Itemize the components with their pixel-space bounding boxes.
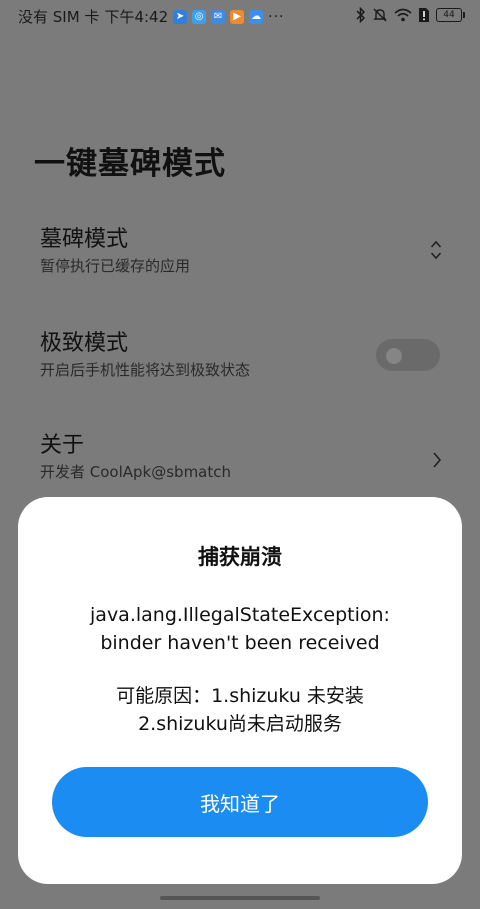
mail-app-icon: ✉ [211, 10, 226, 24]
dialog-reason-line: 2.shizuku尚未启动服务 [138, 713, 342, 735]
chevron-right-icon[interactable] [432, 451, 442, 469]
dialog-message-line: java.lang.IllegalStateException: [90, 604, 390, 626]
mute-icon [373, 8, 387, 22]
battery-icon: 44 [436, 8, 465, 22]
setting-item-about[interactable]: 关于 开发者 CoolApk@sbmatch [40, 432, 440, 482]
home-indicator[interactable] [160, 896, 320, 900]
browser-app-icon: ◎ [192, 10, 207, 24]
status-bar: 没有 SIM 卡 下午4:42 ➤ ◎ ✉ ▶ ☁ ··· 44 [0, 0, 480, 34]
bluetooth-icon [356, 7, 366, 23]
toggle-knob [386, 348, 402, 364]
dialog-title: 捕获崩溃 [198, 545, 282, 569]
extreme-mode-toggle[interactable] [376, 339, 440, 371]
screen: 没有 SIM 卡 下午4:42 ➤ ◎ ✉ ▶ ☁ ··· 44 一键墓碑模式 … [0, 0, 480, 909]
location-app-icon: ➤ [173, 10, 188, 24]
sim-alert-icon [419, 8, 429, 22]
dialog-reason: 可能原因：1.shizuku 未安装 2.shizuku尚未启动服务 [18, 682, 462, 738]
setting-item-tombstone-mode[interactable]: 墓碑模式 暂停执行已缓存的应用 [40, 226, 440, 276]
crash-dialog: 捕获崩溃 java.lang.IllegalStateException: bi… [18, 497, 462, 884]
page-title: 一键墓碑模式 [34, 146, 226, 182]
video-app-icon: ▶ [230, 10, 245, 24]
clock: 下午4:42 [104, 8, 169, 26]
battery-level: 44 [443, 10, 455, 20]
setting-item-title: 关于 [40, 433, 85, 458]
dialog-message-line: binder haven't been received [100, 632, 380, 654]
dialog-message: java.lang.IllegalStateException: binder … [18, 601, 462, 657]
updown-icon[interactable] [430, 238, 442, 262]
setting-item-subtitle: 暂停执行已缓存的应用 [40, 257, 191, 275]
acknowledge-button[interactable]: 我知道了 [52, 767, 428, 837]
wifi-icon [394, 8, 412, 22]
cloud-app-icon: ☁ [249, 10, 264, 24]
status-bar-right: 44 [356, 7, 465, 23]
carrier-text: 没有 SIM 卡 [18, 8, 100, 26]
setting-item-title: 墓碑模式 [40, 227, 129, 252]
dialog-reason-line: 可能原因：1.shizuku 未安装 [116, 685, 364, 707]
more-notifications-icon: ··· [268, 9, 285, 25]
status-bar-left: 没有 SIM 卡 下午4:42 ➤ ◎ ✉ ▶ ☁ ··· [18, 8, 284, 26]
setting-item-subtitle: 开发者 CoolApk@sbmatch [40, 463, 232, 481]
